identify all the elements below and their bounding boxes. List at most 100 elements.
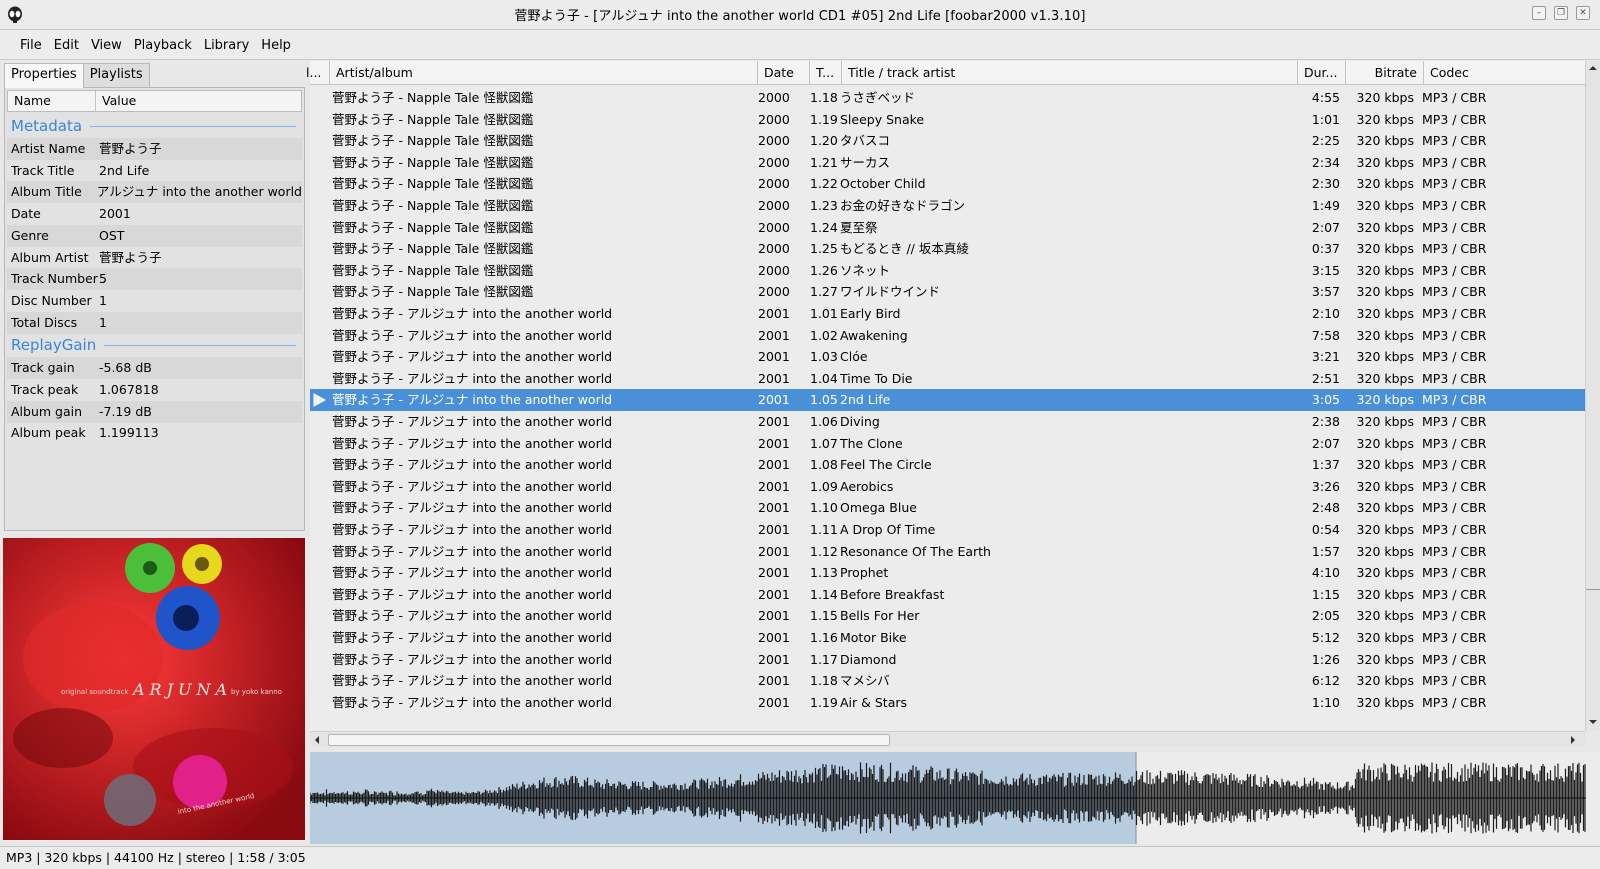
title-cell: Feel The Circle — [840, 457, 932, 473]
track-number-cell: 1.22 — [810, 176, 838, 192]
playlist-vertical-scrollbar[interactable] — [1585, 61, 1600, 731]
playlist-row[interactable]: 菅野よう子 - アルジュナ into the another world 2001… — [310, 303, 1585, 325]
duration-cell: 3:05 — [1311, 392, 1340, 408]
playlist-row[interactable]: 菅野よう子 - アルジュナ into the another world 2001… — [310, 368, 1585, 390]
playlist-row[interactable]: 菅野よう子 - Napple Tale 怪獣図鑑 2000 1.24 夏至祭 2:07 3… — [310, 217, 1585, 239]
menu-view[interactable]: View — [85, 37, 128, 55]
codec-cell: MP3 / CBR — [1422, 111, 1487, 127]
property-name: Track peak — [11, 382, 79, 397]
property-value: -5.68 dB — [99, 360, 152, 376]
playlist-row[interactable]: 菅野よう子 - アルジュナ into the another world 2001… — [310, 519, 1585, 541]
playlist-row[interactable]: 菅野よう子 - アルジュナ into the another world 2001… — [310, 670, 1585, 692]
track-number-cell: 1.17 — [810, 651, 838, 667]
playlist-row[interactable]: 菅野よう子 - アルジュナ into the another world 2001… — [310, 541, 1585, 563]
playlist-row[interactable]: 菅野よう子 - Napple Tale 怪獣図鑑 2000 1.26 ソネット 3:15… — [310, 260, 1585, 282]
playlist-row[interactable]: 菅野よう子 - アルジュナ into the another world 2001… — [310, 627, 1585, 649]
artist-album-cell: 菅野よう子 - アルジュナ into the another world — [332, 673, 613, 689]
playlist-row[interactable]: 菅野よう子 - アルジュナ into the another world 2001… — [310, 497, 1585, 519]
bitrate-cell: 320 kbps — [1356, 198, 1414, 213]
playlist-row[interactable]: 菅野よう子 - アルジュナ into the another world 2001… — [310, 325, 1585, 347]
menu-playback[interactable]: Playback — [128, 37, 198, 55]
property-value: 2nd Life — [99, 162, 150, 178]
section-title: ReplayGain — [11, 336, 97, 355]
playlist-row[interactable]: 菅野よう子 - アルジュナ into the another world 2001… — [310, 433, 1585, 455]
property-row[interactable]: Disc Number 1 — [7, 290, 302, 312]
track-number-cell: 1.04 — [810, 370, 838, 386]
property-row[interactable]: Track peak 1.067818 — [7, 379, 302, 401]
playlist-row[interactable]: 菅野よう子 - Napple Tale 怪獣図鑑 2000 1.20 タバスコ 2:25… — [310, 130, 1585, 152]
property-row[interactable]: Album Title アルジュナ into the another world — [7, 181, 302, 204]
maximize-icon[interactable]: ❐ — [1554, 6, 1568, 20]
codec-column-header[interactable]: Codec — [1424, 61, 1585, 85]
artist-album-cell: 菅野よう子 - Napple Tale 怪獣図鑑 — [332, 219, 534, 235]
playlist-row[interactable]: 菅野よう子 - アルジュナ into the another world 2001… — [310, 605, 1585, 627]
tab-properties[interactable]: Properties — [4, 63, 84, 88]
codec-cell: MP3 / CBR — [1422, 133, 1487, 149]
tab-playlists[interactable]: Playlists — [82, 63, 150, 87]
property-row[interactable]: Album peak 1.199113 — [7, 422, 302, 444]
playlist-row[interactable]: 菅野よう子 - アルジュナ into the another world 2001… — [310, 584, 1585, 606]
minimize-icon[interactable]: – — [1532, 6, 1546, 20]
bitrate-cell: 320 kbps — [1356, 565, 1414, 581]
menu-help[interactable]: Help — [255, 37, 297, 55]
playlist-row[interactable]: 菅野よう子 - Napple Tale 怪獣図鑑 2000 1.22 October … — [310, 173, 1585, 195]
bitrate-column-header[interactable]: Bitrate — [1346, 61, 1424, 85]
date-cell: 2001 — [758, 522, 790, 537]
menu-file[interactable]: File — [14, 37, 48, 55]
close-icon[interactable]: ✕ — [1576, 6, 1590, 20]
track-number-cell: 1.23 — [810, 198, 838, 213]
playlist-row[interactable]: 菅野よう子 - アルジュナ into the another world 2001… — [310, 692, 1585, 714]
property-row[interactable]: Album Artist 菅野よう子 — [7, 247, 302, 269]
horizontal-scroll-thumb[interactable] — [328, 734, 890, 746]
title-column-header[interactable]: Title / track artist — [842, 61, 1298, 85]
duration-column-header[interactable]: Dur... — [1298, 61, 1346, 85]
playlist-row-playing[interactable]: 菅野よう子 - アルジュナ into the another world 2001… — [310, 389, 1585, 412]
date-cell: 2001 — [758, 586, 790, 602]
property-row[interactable]: Track Title 2nd Life — [7, 160, 302, 182]
codec-cell: MP3 / CBR — [1422, 522, 1487, 537]
menu-library[interactable]: Library — [198, 37, 255, 55]
property-row[interactable]: Date 2001 — [7, 203, 302, 225]
track-column-header[interactable]: T... — [810, 61, 842, 85]
playlist-row[interactable]: 菅野よう子 - Napple Tale 怪獣図鑑 2000 1.19 Sleepy S… — [310, 109, 1585, 131]
name-column-header[interactable]: Name — [8, 91, 96, 111]
waveform-seekbar[interactable] — [309, 752, 1600, 844]
property-row[interactable]: Album gain -7.19 dB — [7, 400, 302, 423]
playlist-row[interactable]: 菅野よう子 - Napple Tale 怪獣図鑑 2000 1.18 うさぎベッド 4:… — [310, 87, 1585, 109]
menu-edit[interactable]: Edit — [48, 37, 85, 55]
playlist-row[interactable]: 菅野よう子 - アルジュナ into the another world 2001… — [310, 411, 1585, 433]
playlist-row[interactable]: 菅野よう子 - アルジュナ into the another world 2001… — [310, 649, 1585, 671]
scroll-grip[interactable] — [1586, 589, 1600, 590]
playlist-view[interactable]: l... Artist/album Date T... Title / trac… — [306, 61, 1585, 731]
bitrate-cell: 320 kbps — [1356, 651, 1414, 667]
codec-cell: MP3 / CBR — [1422, 306, 1487, 321]
duration-cell: 2:07 — [1311, 219, 1340, 235]
value-column-header[interactable]: Value — [96, 91, 301, 111]
playlist-row[interactable]: 菅野よう子 - アルジュナ into the another world 2001… — [310, 562, 1585, 584]
playlist-row[interactable]: 菅野よう子 - アルジュナ into the another world 2001… — [310, 476, 1585, 498]
playlist-row[interactable]: 菅野よう子 - アルジュナ into the another world 2001… — [310, 346, 1585, 368]
property-row[interactable]: Artist Name 菅野よう子 — [7, 138, 302, 160]
track-number-cell: 1.18 — [810, 673, 838, 689]
artist-album-column-header[interactable]: Artist/album — [330, 61, 758, 85]
property-row[interactable]: Genre OST — [7, 224, 302, 247]
artist-album-cell: 菅野よう子 - アルジュナ into the another world — [332, 414, 613, 429]
playing-column-header[interactable]: l... — [306, 61, 330, 85]
bitrate-cell: 320 kbps — [1356, 608, 1414, 624]
playlist-row[interactable]: 菅野よう子 - Napple Tale 怪獣図鑑 2000 1.25 もどるとき //… — [310, 238, 1585, 260]
playlist-row[interactable]: 菅野よう子 - Napple Tale 怪獣図鑑 2000 1.21 サーカス 2:34… — [310, 152, 1585, 174]
playlist-row[interactable]: 菅野よう子 - アルジュナ into the another world 2001… — [310, 454, 1585, 476]
bitrate-cell: 320 kbps — [1356, 219, 1414, 235]
property-row[interactable]: Total Discs 1 — [7, 311, 302, 334]
scroll-left-icon — [315, 736, 319, 744]
title-cell: ワイルドウインド — [840, 284, 941, 300]
bitrate-cell: 320 kbps — [1356, 111, 1414, 127]
bitrate-cell: 320 kbps — [1356, 543, 1414, 559]
property-row[interactable]: Track Number 5 — [7, 268, 302, 291]
album-art[interactable]: original soundtrack ARJUNA by yoko kanno… — [3, 538, 305, 840]
playlist-row[interactable]: 菅野よう子 - Napple Tale 怪獣図鑑 2000 1.27 ワイルドウインド… — [310, 281, 1585, 303]
property-row[interactable]: Track gain -5.68 dB — [7, 357, 302, 380]
date-column-header[interactable]: Date — [758, 61, 810, 85]
playlist-horizontal-scrollbar[interactable] — [310, 731, 1585, 747]
playlist-row[interactable]: 菅野よう子 - Napple Tale 怪獣図鑑 2000 1.23 お金の好きなドラ… — [310, 195, 1585, 217]
